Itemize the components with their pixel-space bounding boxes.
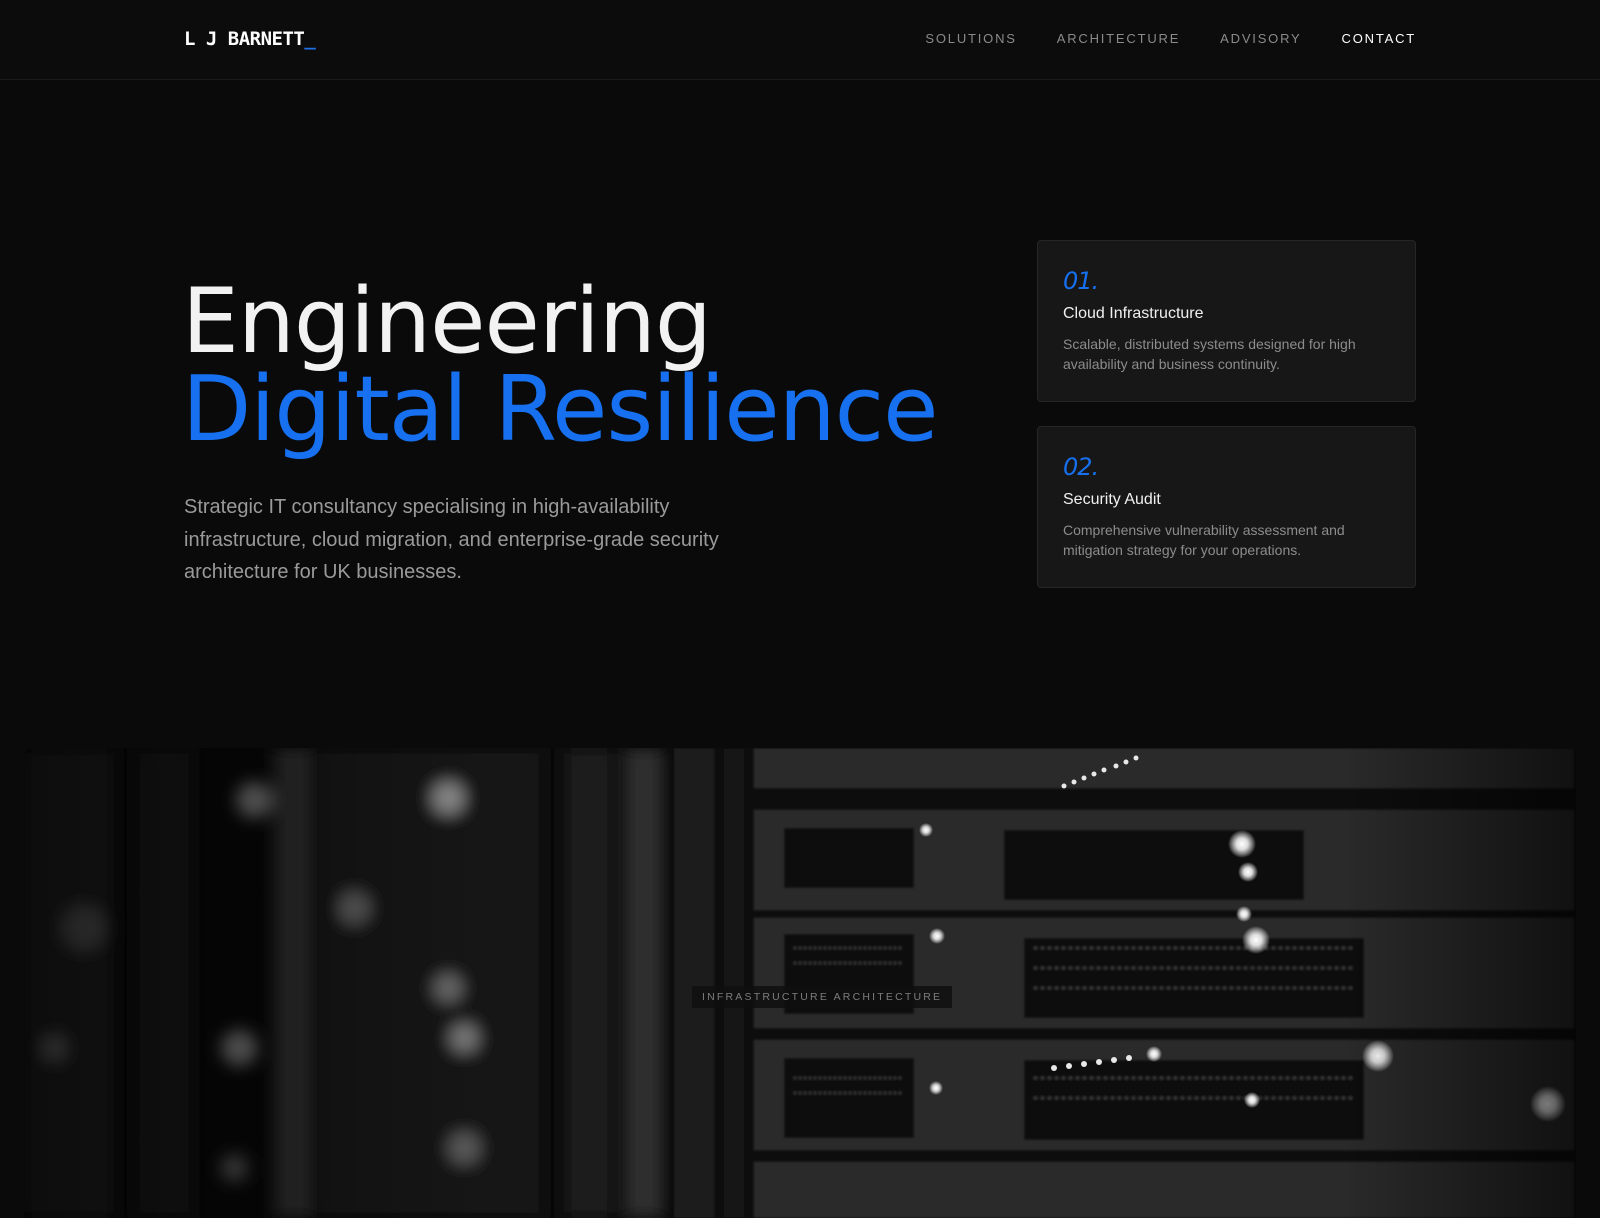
brand-cursor: _ [304, 28, 316, 50]
service-description: Scalable, distributed systems designed f… [1063, 336, 1356, 372]
service-number: 02. [1063, 453, 1099, 481]
top-nav: L J BARNETT_ SOLUTIONS ARCHITECTURE ADVI… [0, 0, 1600, 80]
nav-link-contact[interactable]: CONTACT [1342, 31, 1416, 46]
service-title: Cloud Infrastructure [1063, 305, 1204, 322]
service-number: 01. [1063, 267, 1099, 295]
hero-title-line1: Engineering [182, 269, 712, 374]
nav-links: SOLUTIONS ARCHITECTURE ADVISORY CONTACT [925, 31, 1416, 46]
hero-title: Engineering Digital Resilience [182, 269, 939, 462]
brand-name: L J BARNETT [184, 28, 305, 50]
nav-link-solutions[interactable]: SOLUTIONS [925, 31, 1016, 46]
service-card-cloud[interactable]: 01. Cloud Infrastructure Scalable, distr… [1037, 240, 1416, 402]
server-rack-illustration [24, 748, 1576, 1218]
image-caption: INFRASTRUCTURE ARCHITECTURE [692, 986, 953, 1008]
hero-subtitle: Strategic IT consultancy specialising in… [184, 496, 719, 583]
hero-title-line2: Digital Resilience [182, 357, 939, 462]
service-title: Security Audit [1063, 491, 1161, 508]
nav-link-architecture[interactable]: ARCHITECTURE [1057, 31, 1180, 46]
brand-logo[interactable]: L J BARNETT_ [184, 28, 316, 50]
service-description: Comprehensive vulnerability assessment a… [1063, 522, 1345, 558]
server-rack-image: INFRASTRUCTURE ARCHITECTURE [24, 748, 1576, 1218]
service-card-security[interactable]: 02. Security Audit Comprehensive vulnera… [1037, 426, 1416, 588]
nav-link-advisory[interactable]: ADVISORY [1220, 31, 1301, 46]
